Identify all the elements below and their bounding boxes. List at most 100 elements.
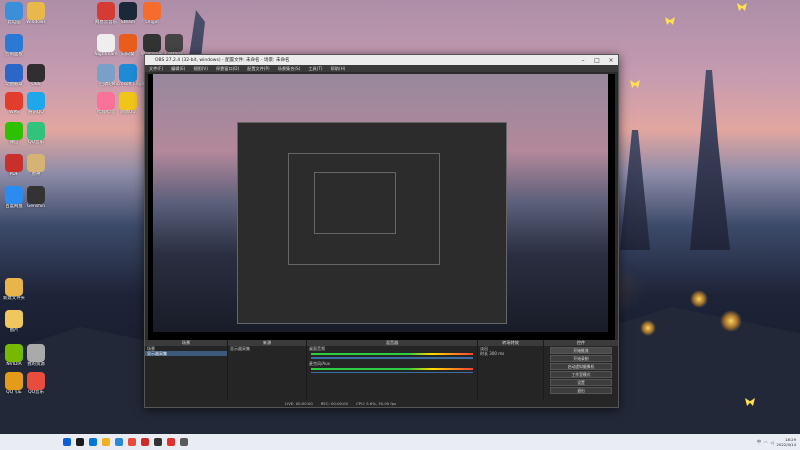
desktop-icon-label: 图片 (9, 328, 19, 333)
app-icon (27, 344, 45, 362)
taskbar-app-icon[interactable] (114, 438, 123, 446)
transitions-panel: 转场特效 淡出 时长 300 ms (478, 340, 544, 400)
desktop-icon[interactable]: 控制面板 (0, 34, 36, 58)
menu-view[interactable]: 视图(V) (193, 66, 208, 72)
taskbar: 中 ◠ ◁ 18:29 2022/4/14 (0, 434, 800, 450)
volume-meter (311, 367, 473, 370)
app-icon (119, 92, 137, 110)
desktop-icon[interactable]: QQ音乐 (14, 372, 58, 396)
desktop-icon[interactable]: Origin (130, 2, 174, 26)
obs-window[interactable]: OBS 27.2.4 (32-bit, windows) - 配置文件: 未命名… (144, 54, 619, 408)
desktop-icon[interactable]: OBS (14, 64, 58, 88)
desktop-icon[interactable]: 原神 (14, 154, 58, 178)
desktop-icon-label: 原神 (31, 172, 41, 177)
taskbar-app-icon[interactable] (88, 438, 97, 446)
desktop-icon-label: 我的资源 (27, 362, 45, 367)
menu-tools[interactable]: 工具(T) (308, 66, 322, 72)
recursive-capture (288, 153, 440, 265)
mixer-channel-name: 麦克风/Aux (309, 360, 330, 366)
taskbar-app-icon[interactable] (153, 438, 162, 446)
ime-indicator[interactable]: 中 (757, 439, 761, 445)
transition-duration[interactable]: 时长 300 ms (478, 351, 543, 356)
app-icon (27, 92, 45, 110)
scene-item-selected[interactable]: 显示器采集 (145, 351, 227, 356)
desktop-icon-label: Origin (145, 20, 159, 25)
desktop-icon-label: 新建文件夹 (3, 296, 25, 301)
duration-value: 300 ms (489, 351, 505, 356)
rock-spire (690, 70, 730, 250)
taskbar-app-icon[interactable] (140, 438, 149, 446)
mixer-panel: 混音器 桌面音频 麦克风/Aux (307, 340, 478, 400)
preview-capture (153, 74, 608, 332)
app-icon (27, 154, 45, 172)
volume-meter (311, 353, 473, 355)
app-icon (165, 34, 183, 52)
app-icon (27, 122, 45, 140)
desktop-icon-label: OBS (31, 82, 41, 87)
window-titlebar[interactable]: OBS 27.2.4 (32-bit, windows) - 配置文件: 未命名… (145, 55, 618, 65)
duration-label: 时长 (480, 351, 488, 356)
volume-slider[interactable] (311, 357, 473, 359)
desktop-icon[interactable]: 腾讯QQ (14, 92, 58, 116)
taskbar-app-icon[interactable] (127, 438, 136, 446)
clock[interactable]: 18:29 2022/4/14 (777, 437, 796, 447)
app-icon (5, 34, 23, 52)
system-tray: 中 ◠ ◁ 18:29 2022/4/14 (757, 434, 796, 450)
app-icon (27, 186, 45, 204)
butterfly-icon (737, 3, 747, 11)
controls-panel: 控件 开始推流 开始录制 启动虚拟摄像机 工作室模式 设置 退出 (544, 340, 618, 400)
cpu-fps: CPU: 5.6%, 30.00 fps (356, 401, 397, 406)
desktop-icon[interactable]: 新建文件夹 (0, 278, 36, 302)
studio-mode-button[interactable]: 工作室模式 (550, 371, 612, 378)
taskbar-app-icon[interactable] (101, 438, 110, 446)
volume-slider[interactable] (311, 371, 473, 373)
obs-dock-area: 场景 场景 显示器采集 来源 显示器采集 混音器 桌面音频 麦克风/Aux 转场… (145, 340, 618, 407)
sources-panel: 来源 显示器采集 (228, 340, 307, 400)
lantern-glow (720, 310, 742, 332)
app-icon (119, 64, 137, 82)
desktop-icon[interactable]: Windows (14, 2, 58, 26)
taskbar-app-icon[interactable] (75, 438, 84, 446)
volume-icon[interactable]: ◁ (770, 440, 773, 445)
preview-canvas[interactable] (148, 74, 615, 340)
wifi-icon[interactable]: ◠ (764, 440, 768, 445)
desktop-icon[interactable]: QQ音乐 (14, 122, 58, 146)
close-icon[interactable]: × (604, 57, 618, 64)
start-menu-icon[interactable] (62, 438, 71, 446)
menu-edit[interactable]: 编辑(E) (171, 66, 185, 72)
desktop-icon-label: Genshin (27, 204, 45, 209)
menu-scene-collection[interactable]: 场景集合(S) (278, 66, 301, 72)
lantern-glow (640, 320, 656, 336)
settings-button[interactable]: 设置 (550, 379, 612, 386)
menu-docks[interactable]: 停靠窗口(D) (216, 66, 239, 72)
minimize-icon[interactable]: – (576, 57, 590, 64)
start-recording-button[interactable]: 开始录制 (550, 355, 612, 362)
taskbar-app-icon[interactable] (166, 438, 175, 446)
menu-profile[interactable]: 配置文件(P) (247, 66, 270, 72)
desktop-icon-label: 腾讯QQ (28, 110, 44, 115)
clock-date: 2022/4/14 (776, 442, 796, 447)
lantern-glow (690, 290, 708, 308)
taskbar-app-icon[interactable] (179, 438, 188, 446)
menu-bar: 文件(F) 编辑(E) 视图(V) 停靠窗口(D) 配置文件(P) 场景集合(S… (145, 65, 618, 72)
desktop-icon[interactable]: 我的资源 (14, 344, 58, 368)
menu-file[interactable]: 文件(F) (149, 66, 163, 72)
exit-button[interactable]: 退出 (550, 387, 612, 394)
taskbar-pinned-apps (60, 438, 190, 446)
recursive-capture (314, 172, 396, 234)
start-streaming-button[interactable]: 开始推流 (550, 347, 612, 354)
mixer-channel-name: 桌面音频 (309, 346, 325, 351)
rock-spire (620, 130, 650, 250)
desktop-icon-label: 控制面板 (5, 52, 23, 57)
live-timer: LIVE: 00:00:00 (285, 401, 313, 406)
desktop-icon[interactable]: Genshin (14, 186, 58, 210)
status-bar: LIVE: 00:00:00 REC: 00:00:00 CPU: 5.6%, … (145, 400, 618, 407)
app-icon (27, 64, 45, 82)
menu-help[interactable]: 帮助(H) (331, 66, 346, 72)
controls-header: 控件 (544, 340, 618, 346)
desktop-icon[interactable]: 图片 (0, 310, 36, 334)
source-item[interactable]: 显示器采集 (228, 346, 306, 351)
start-virtual-camera-button[interactable]: 启动虚拟摄像机 (550, 363, 612, 370)
desktop-icon-label: QQ音乐 (28, 390, 44, 395)
maximize-icon[interactable]: □ (590, 57, 604, 64)
